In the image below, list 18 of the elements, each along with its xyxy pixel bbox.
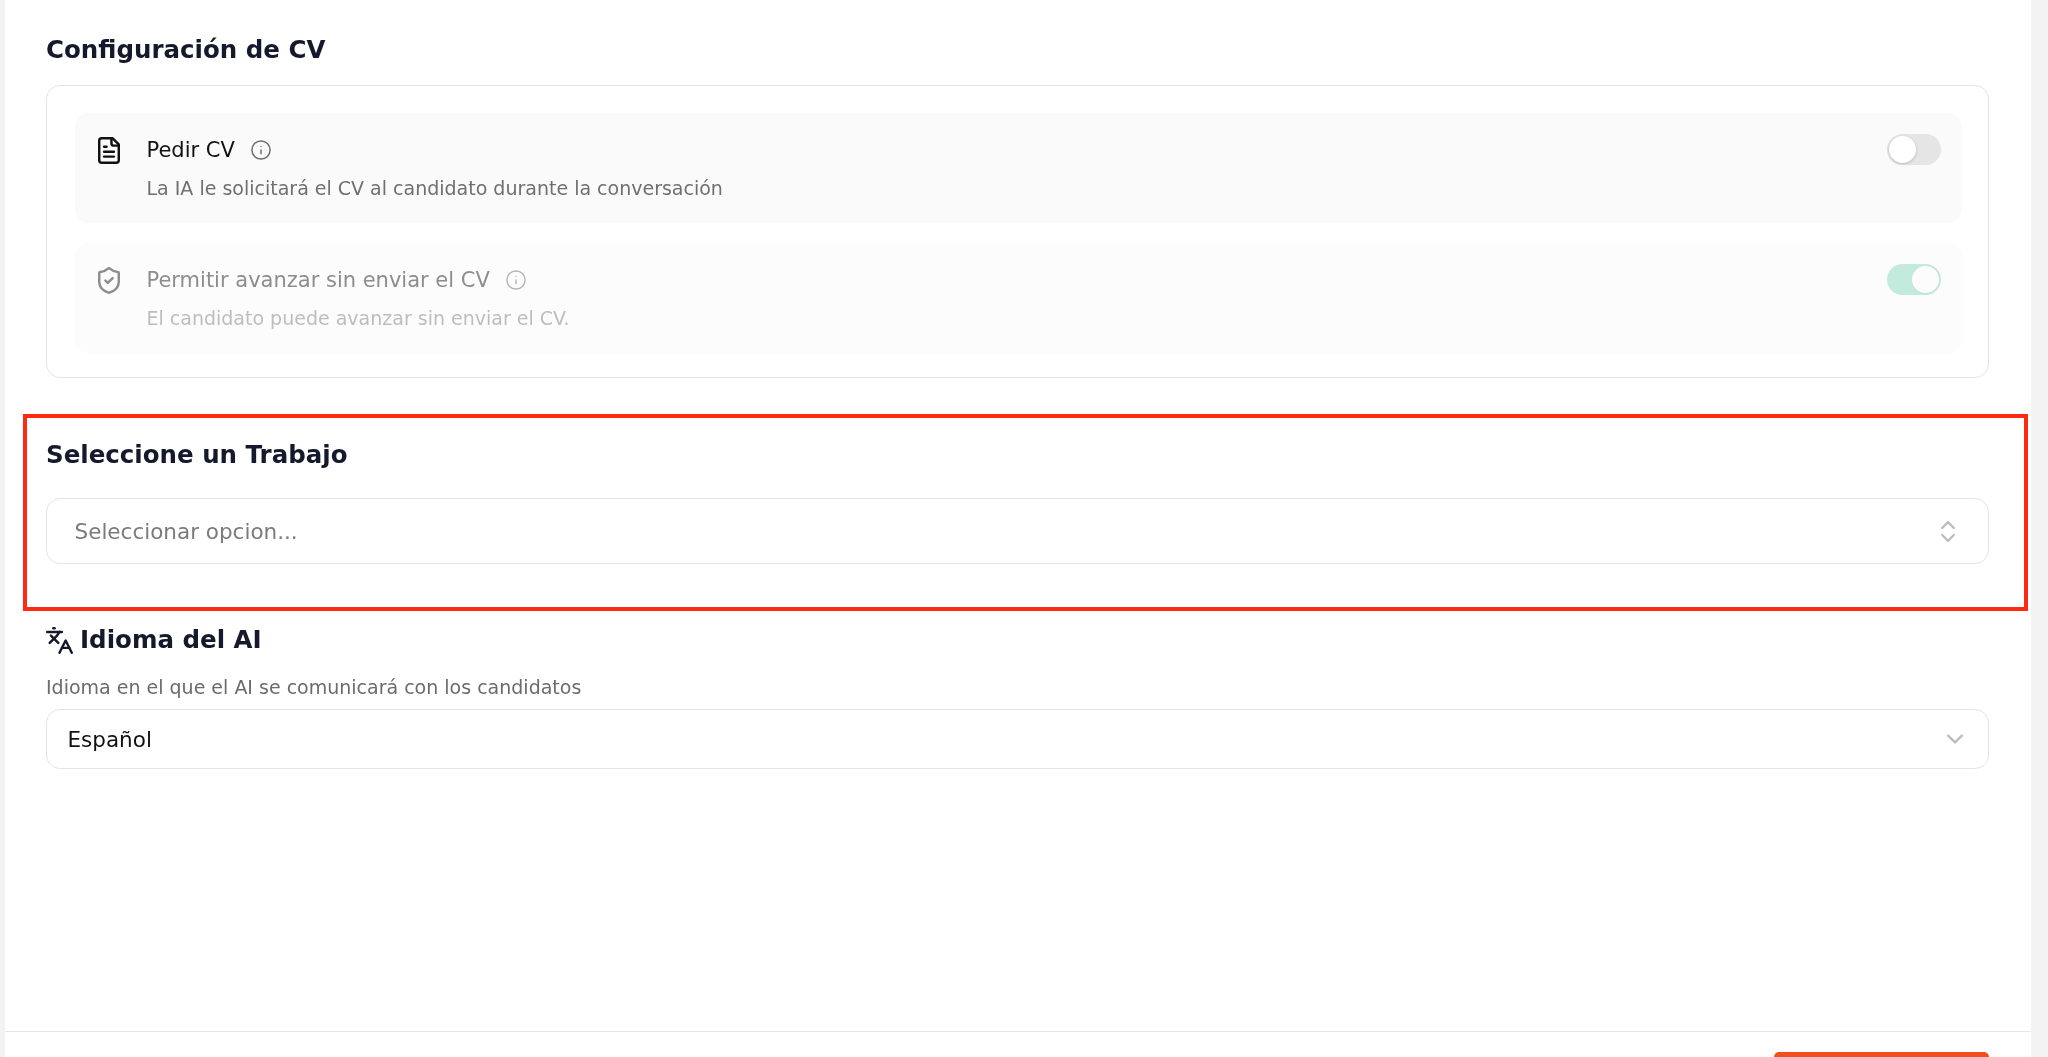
- option-title: Pedir CV: [146, 136, 235, 164]
- section-heading: Seleccione un Trabajo: [46, 439, 349, 471]
- chevron-up-down-icon: [1940, 520, 1955, 542]
- info-icon[interactable]: [250, 139, 271, 160]
- section-heading: Configuración de CV: [46, 34, 327, 66]
- language-select[interactable]: Español: [46, 709, 1989, 769]
- toggle-switch[interactable]: [1886, 133, 1941, 165]
- document-icon: [97, 136, 120, 164]
- translate-icon: [46, 626, 73, 654]
- action-button[interactable]: [1774, 1051, 1989, 1057]
- job-select[interactable]: Seleccionar opcion...: [46, 498, 1989, 564]
- option-description: La IA le solicitará el CV al candidato durante la conversación: [146, 175, 724, 201]
- option-description: El candidato puede avanzar sin enviar el CV.: [146, 305, 571, 331]
- option-title: Permitir avanzar sin enviar el CV: [146, 266, 490, 294]
- section-heading: Idioma del AI: [80, 624, 262, 656]
- shield-check-icon: [97, 266, 120, 294]
- section-description: Idioma en el que el AI se comunicará con los candidatos: [46, 675, 583, 699]
- chevron-down-icon: [1946, 734, 1963, 744]
